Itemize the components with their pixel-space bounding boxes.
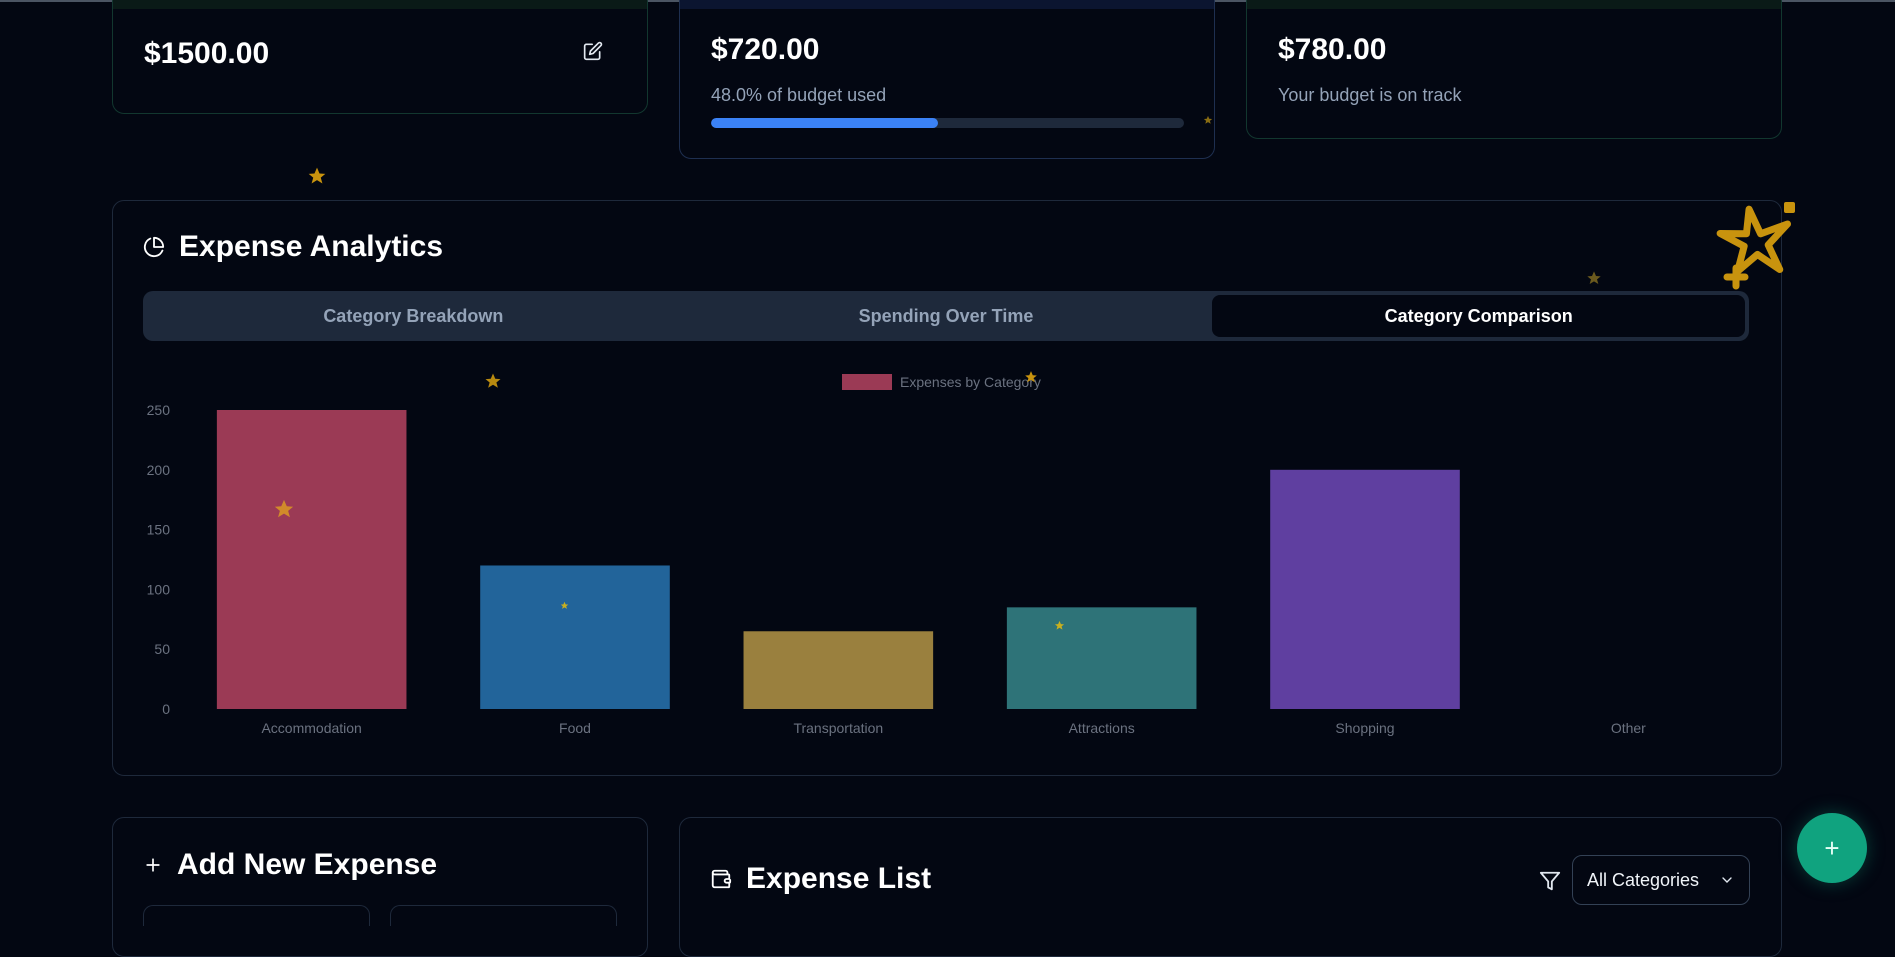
spent-card-header	[680, 0, 1214, 9]
x-tick-label: Other	[1611, 720, 1646, 736]
star-icon	[560, 601, 569, 609]
bar-food	[480, 565, 670, 709]
expense-analytics-title: Expense Analytics	[143, 230, 443, 264]
remaining-amount: $780.00	[1278, 33, 1387, 66]
budget-status-text: Your budget is on track	[1278, 85, 1462, 105]
budget-card: $1500.00	[112, 0, 648, 114]
expense-input-2[interactable]	[390, 905, 617, 926]
star-icon	[1587, 271, 1601, 284]
filter-icon	[1539, 870, 1561, 897]
legend-swatch	[842, 374, 892, 390]
tab-spending-over-time[interactable]: Spending Over Time	[680, 295, 1213, 337]
spent-amount: $720.00	[711, 33, 820, 66]
star-icon	[485, 373, 501, 388]
bar-transportation	[743, 631, 934, 709]
remaining-card-header	[1247, 0, 1781, 9]
sparkle-large-icon	[1716, 202, 1795, 290]
budget-card-header	[113, 0, 647, 9]
budget-progress-bar	[711, 118, 1184, 128]
add-expense-label: Add New Expense	[177, 848, 438, 881]
y-tick-label: 150	[147, 522, 171, 538]
pie-chart-icon	[143, 236, 165, 258]
plus-icon	[143, 855, 163, 875]
star-icon	[1203, 115, 1213, 124]
bar-accommodation	[216, 410, 407, 709]
x-tick-label: Transportation	[793, 720, 883, 736]
analytics-tabs: Category Breakdown Spending Over Time Ca…	[143, 291, 1749, 341]
tab-category-breakdown[interactable]: Category Breakdown	[147, 295, 680, 337]
budget-progress-fill	[711, 118, 939, 128]
x-tick-label: Shopping	[1335, 720, 1394, 736]
x-tick-label: Accommodation	[261, 720, 361, 736]
expense-input-1[interactable]	[143, 905, 370, 926]
y-tick-label: 100	[147, 581, 171, 597]
y-tick-label: 50	[154, 641, 170, 657]
star-icon	[274, 499, 294, 518]
wallet-icon	[710, 868, 732, 890]
tab-category-comparison[interactable]: Category Comparison	[1212, 295, 1746, 337]
bar-shopping	[1270, 469, 1460, 709]
expense-list-title: Expense List	[710, 862, 931, 896]
chevron-down-icon	[1722, 877, 1732, 883]
budget-used-text: 48.0% of budget used	[711, 85, 887, 105]
legend-label: Expenses by Category	[900, 374, 1041, 390]
star-icon	[1054, 620, 1065, 630]
x-tick-label: Food	[559, 720, 591, 736]
spent-card: $720.00 48.0% of budget used	[679, 0, 1215, 159]
category-filter-value: All Categories	[1587, 869, 1700, 890]
category-comparison-chart: 0 50 100 150 200 250 Accommodation Food Transpor…	[147, 374, 1646, 736]
floating-add-button[interactable]: +	[1797, 813, 1867, 883]
budget-amount: $1500.00	[144, 37, 270, 70]
y-tick-label: 0	[162, 701, 170, 717]
x-tick-label: Attractions	[1069, 720, 1135, 736]
add-expense-title: Add New Expense	[143, 848, 437, 882]
edit-icon	[583, 41, 603, 61]
expense-analytics-label: Expense Analytics	[179, 230, 444, 263]
fab-plus-label: +	[1824, 832, 1840, 863]
y-tick-label: 250	[147, 402, 171, 418]
star-icon	[1025, 371, 1037, 383]
remaining-card: $780.00 Your budget is on track	[1246, 0, 1782, 139]
expense-list-label: Expense List	[746, 862, 932, 895]
category-filter-select[interactable]: All Categories	[1572, 855, 1750, 905]
edit-budget-button[interactable]	[579, 37, 607, 65]
bar-attractions	[1006, 607, 1197, 709]
y-tick-label: 200	[147, 462, 171, 478]
star-icon	[308, 167, 326, 184]
add-expense-card	[112, 817, 648, 957]
